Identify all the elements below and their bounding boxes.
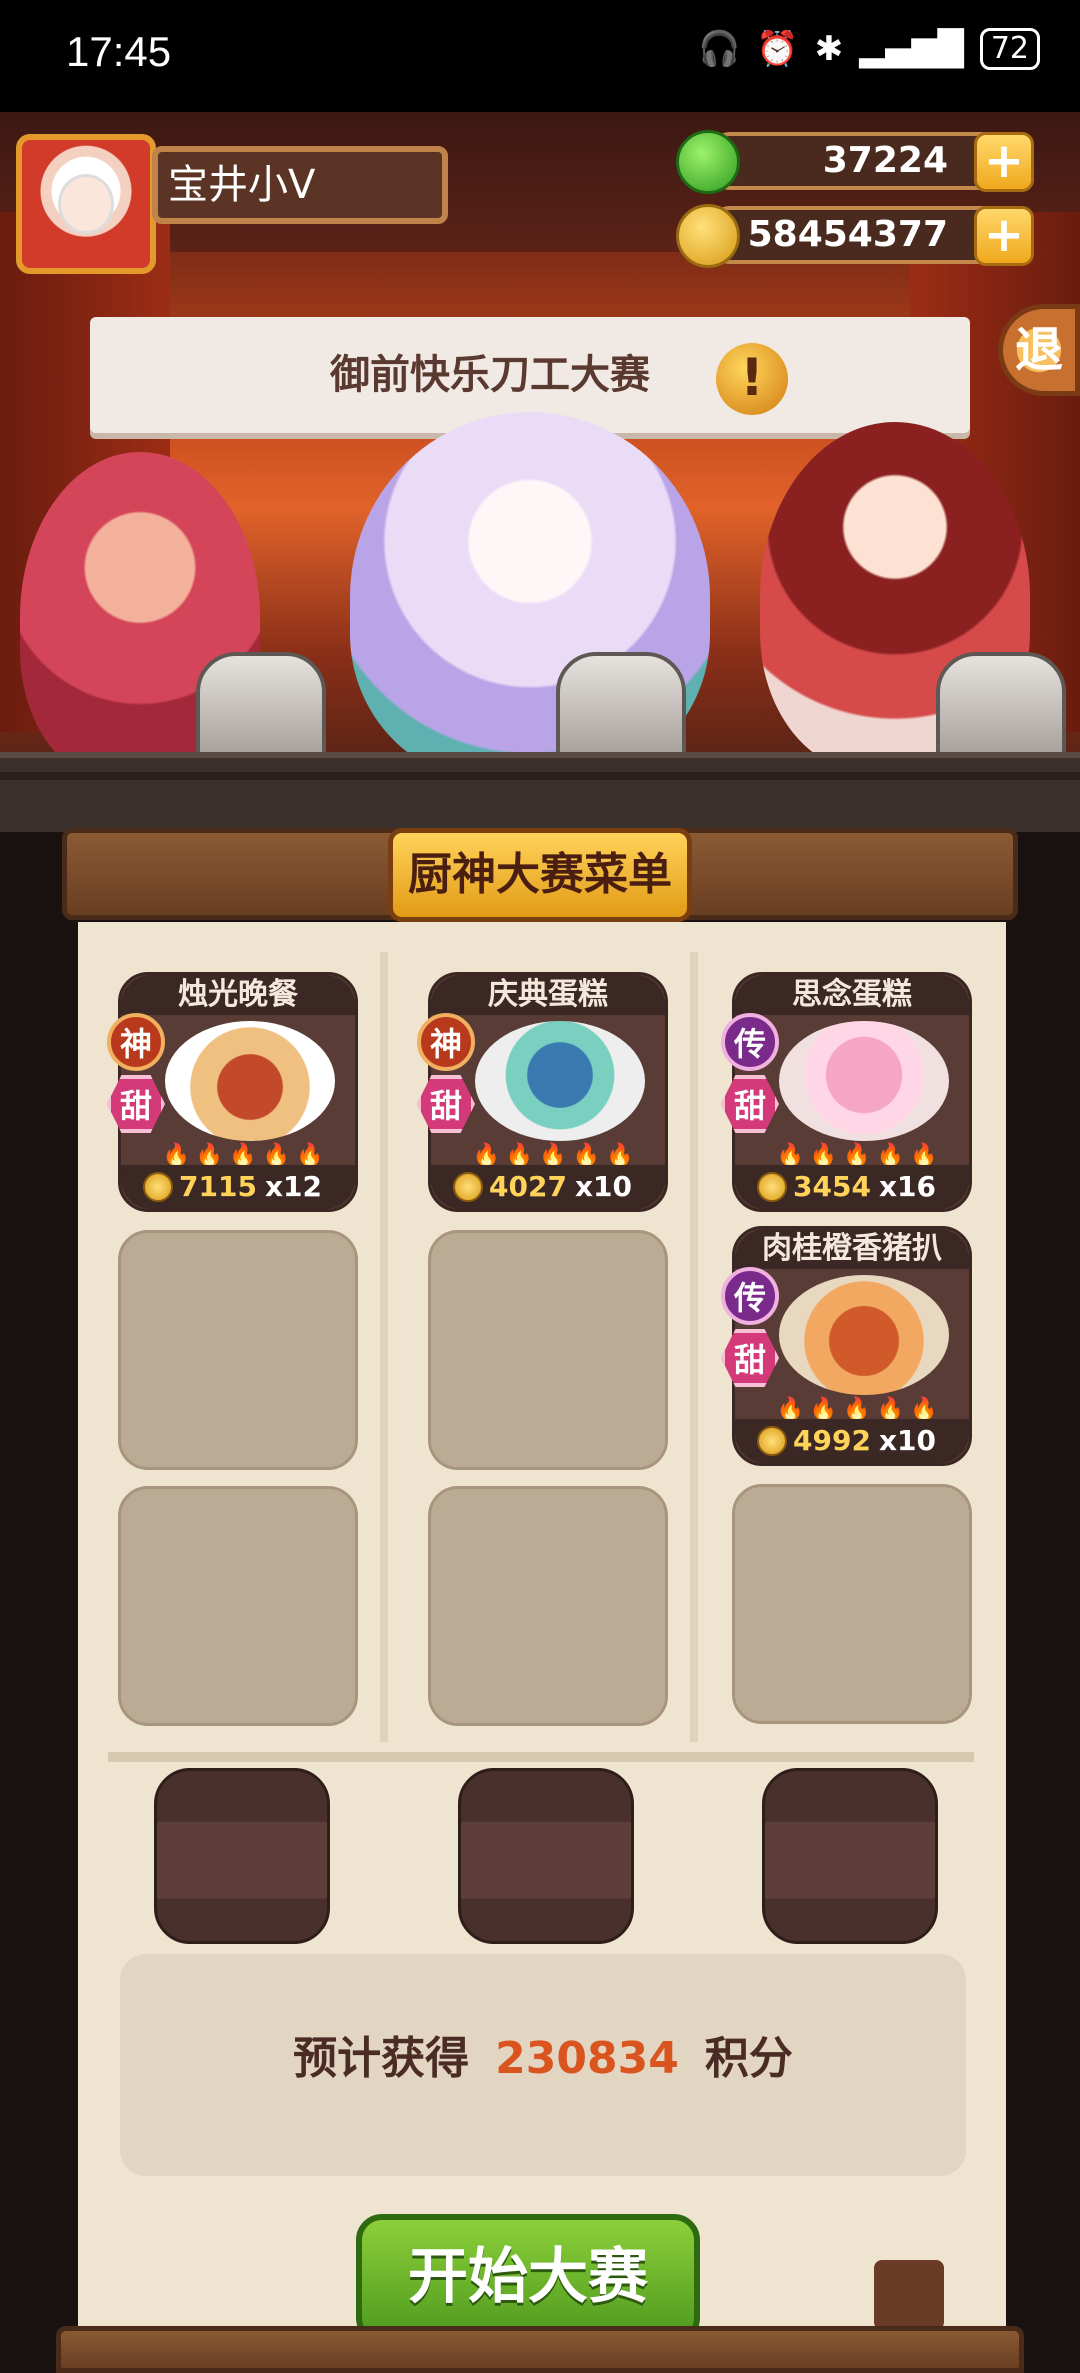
- dish-image: [475, 1021, 645, 1141]
- column-divider: [690, 952, 698, 1742]
- score-suffix: 积分: [704, 2033, 793, 2084]
- dish-price-row: 7115 x12: [121, 1165, 355, 1209]
- dish-price-row: 4027 x10: [431, 1165, 665, 1209]
- dish-image: [779, 1021, 949, 1141]
- coin-icon: [757, 1426, 787, 1456]
- coin-icon: [676, 204, 740, 268]
- dish-price: 4992: [793, 1424, 871, 1457]
- empty-dish-slot[interactable]: [428, 1230, 668, 1470]
- dish-name: 烛光晚餐: [121, 975, 355, 1015]
- stage-bricks: [0, 772, 1080, 780]
- add-coin-button[interactable]: +: [974, 206, 1034, 266]
- dish-card[interactable]: 庆典蛋糕 神 甜 🔥🔥🔥🔥🔥 4027 x10: [417, 972, 668, 1212]
- add-jade-button[interactable]: +: [974, 132, 1034, 192]
- dish-price: 4027: [489, 1170, 567, 1203]
- score-prefix: 预计获得: [293, 2033, 470, 2084]
- chef-slot[interactable]: [458, 1768, 634, 1944]
- dish-quantity: x12: [264, 1170, 322, 1203]
- jade-icon: [676, 130, 740, 194]
- score-value: 230834: [495, 2033, 679, 2084]
- expected-score-box: 预计获得 230834 积分: [120, 1954, 966, 2176]
- coin-icon: [143, 1172, 173, 1202]
- dish-name: 肉桂橙香猪扒: [735, 1229, 969, 1269]
- rank-badge: 传: [721, 1013, 779, 1071]
- game-scene: 宝井小V 37224 + 58454377 + 退 御前快乐刀工大赛 !: [0, 112, 1080, 832]
- avatar-face: [58, 174, 114, 234]
- headphones-icon: 🎧: [698, 29, 741, 69]
- dish-quantity: x10: [878, 1424, 936, 1457]
- signal-icon: ▂▄▆█: [859, 29, 964, 69]
- exit-button[interactable]: 退: [998, 304, 1080, 396]
- coin-value: 58454377: [747, 214, 948, 255]
- menu-divider: [108, 1752, 974, 1762]
- dish-card[interactable]: 肉桂橙香猪扒 传 甜 🔥🔥🔥🔥🔥 4992 x10: [721, 1226, 972, 1466]
- menu-board-bottom: [56, 2326, 1024, 2373]
- status-bar: 17:45 🎧 ⏰ ✱ ▂▄▆█ 72: [0, 0, 1080, 112]
- chef-slot[interactable]: [154, 1768, 330, 1944]
- dish-card[interactable]: 思念蛋糕 传 甜 🔥🔥🔥🔥🔥 3454 x16: [721, 972, 972, 1212]
- dish-name: 思念蛋糕: [735, 975, 969, 1015]
- battery-icon: 72: [979, 28, 1040, 70]
- jade-counter: 37224 +: [676, 130, 1034, 194]
- dish-price: 7115: [179, 1170, 257, 1203]
- start-contest-button[interactable]: 开始大赛: [356, 2214, 700, 2344]
- dish-image: [165, 1021, 335, 1141]
- dish-name: 庆典蛋糕: [431, 975, 665, 1015]
- bluetooth-icon: ✱: [814, 29, 844, 69]
- empty-dish-slot[interactable]: [118, 1486, 358, 1726]
- status-icons: 🎧 ⏰ ✱ ▂▄▆█ 72: [698, 28, 1040, 70]
- dish-image: [779, 1275, 949, 1395]
- rank-badge: 神: [417, 1013, 475, 1071]
- expected-score-line: 预计获得 230834 积分: [120, 2022, 966, 2086]
- column-divider: [380, 952, 388, 1742]
- coin-icon: [757, 1172, 787, 1202]
- dish-price-row: 3454 x16: [735, 1165, 969, 1209]
- player-name: 宝井小V: [152, 146, 448, 224]
- knife-block-icon: [874, 2260, 944, 2330]
- empty-dish-slot[interactable]: [428, 1486, 668, 1726]
- empty-dish-slot[interactable]: [118, 1230, 358, 1470]
- jade-value: 37224: [822, 140, 948, 181]
- dish-card[interactable]: 烛光晚餐 神 甜 🔥🔥🔥🔥🔥 7115 x12: [107, 972, 358, 1212]
- coin-counter: 58454377 +: [676, 204, 1034, 268]
- status-time: 17:45: [66, 28, 172, 75]
- stage-floor: [0, 752, 1080, 832]
- coin-icon: [453, 1172, 483, 1202]
- alarm-icon: ⏰: [756, 29, 799, 69]
- info-exclamation-icon[interactable]: !: [716, 343, 788, 415]
- rank-badge: 神: [107, 1013, 165, 1071]
- empty-dish-slot[interactable]: [732, 1484, 972, 1724]
- chef-slot[interactable]: [762, 1768, 938, 1944]
- rank-badge: 传: [721, 1267, 779, 1325]
- dish-price: 3454: [793, 1170, 871, 1203]
- dish-quantity: x10: [574, 1170, 632, 1203]
- dish-price-row: 4992 x10: [735, 1419, 969, 1463]
- dish-quantity: x16: [878, 1170, 936, 1203]
- player-avatar[interactable]: [16, 134, 156, 274]
- menu-title: 厨神大赛菜单: [388, 828, 692, 922]
